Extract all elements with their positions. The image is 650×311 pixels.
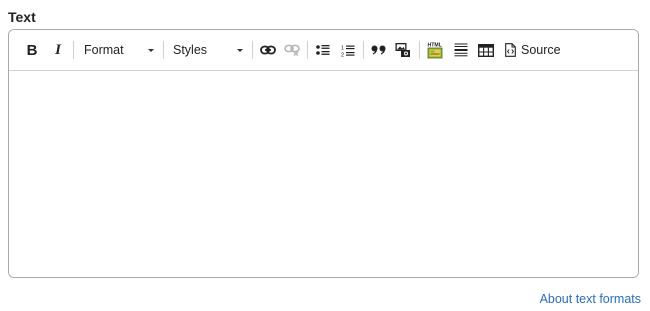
bold-button-label: B — [26, 41, 38, 59]
editor-toolbar: B I Format Styles 1 2 HTML Source — [9, 30, 638, 71]
svg-text:1: 1 — [341, 45, 344, 51]
italic-button-label: I — [55, 41, 61, 58]
numbered-list-button[interactable]: 1 2 — [340, 40, 356, 60]
table-icon — [478, 43, 494, 57]
unlink-icon — [284, 44, 300, 56]
toolbar-separator — [307, 41, 308, 59]
numbered-list-icon: 1 2 — [341, 45, 355, 57]
svg-text:2: 2 — [341, 52, 344, 57]
toolbar-separator — [419, 41, 420, 59]
html-embed-icon: HTML — [428, 43, 443, 59]
editor-content-area[interactable] — [9, 71, 638, 277]
about-text-formats-link[interactable]: About text formats — [540, 292, 641, 306]
source-icon — [505, 43, 516, 57]
bulleted-list-button[interactable] — [315, 40, 331, 60]
blockquote-icon — [371, 45, 386, 55]
italic-button[interactable]: I — [50, 40, 66, 60]
link-icon — [260, 45, 276, 55]
toolbar-separator — [252, 41, 253, 59]
bold-button[interactable]: B — [24, 40, 40, 60]
horizontal-line-button[interactable] — [452, 40, 470, 60]
bulleted-list-icon — [316, 45, 330, 55]
html-embed-button[interactable]: HTML — [426, 40, 444, 60]
format-dropdown-label: Format — [84, 43, 124, 57]
chevron-down-icon — [148, 49, 154, 52]
toolbar-separator — [363, 41, 364, 59]
styles-dropdown-label: Styles — [173, 43, 208, 57]
svg-text:HTML: HTML — [428, 43, 443, 49]
blockquote-button[interactable] — [370, 40, 388, 60]
image-button[interactable] — [394, 40, 412, 60]
source-button-label: Source — [521, 43, 561, 57]
rich-text-editor: B I Format Styles 1 2 HTML Source — [8, 29, 639, 278]
table-button[interactable] — [477, 40, 495, 60]
horizontal-line-icon — [454, 43, 468, 57]
source-button[interactable]: Source — [505, 40, 563, 60]
link-button[interactable] — [259, 40, 277, 60]
format-dropdown[interactable]: Format — [84, 40, 154, 60]
toolbar-separator — [163, 41, 164, 59]
field-label: Text — [8, 9, 36, 25]
chevron-down-icon — [237, 49, 243, 52]
image-icon — [395, 43, 410, 57]
unlink-button[interactable] — [283, 40, 301, 60]
styles-dropdown[interactable]: Styles — [173, 40, 243, 60]
toolbar-separator — [73, 41, 74, 59]
